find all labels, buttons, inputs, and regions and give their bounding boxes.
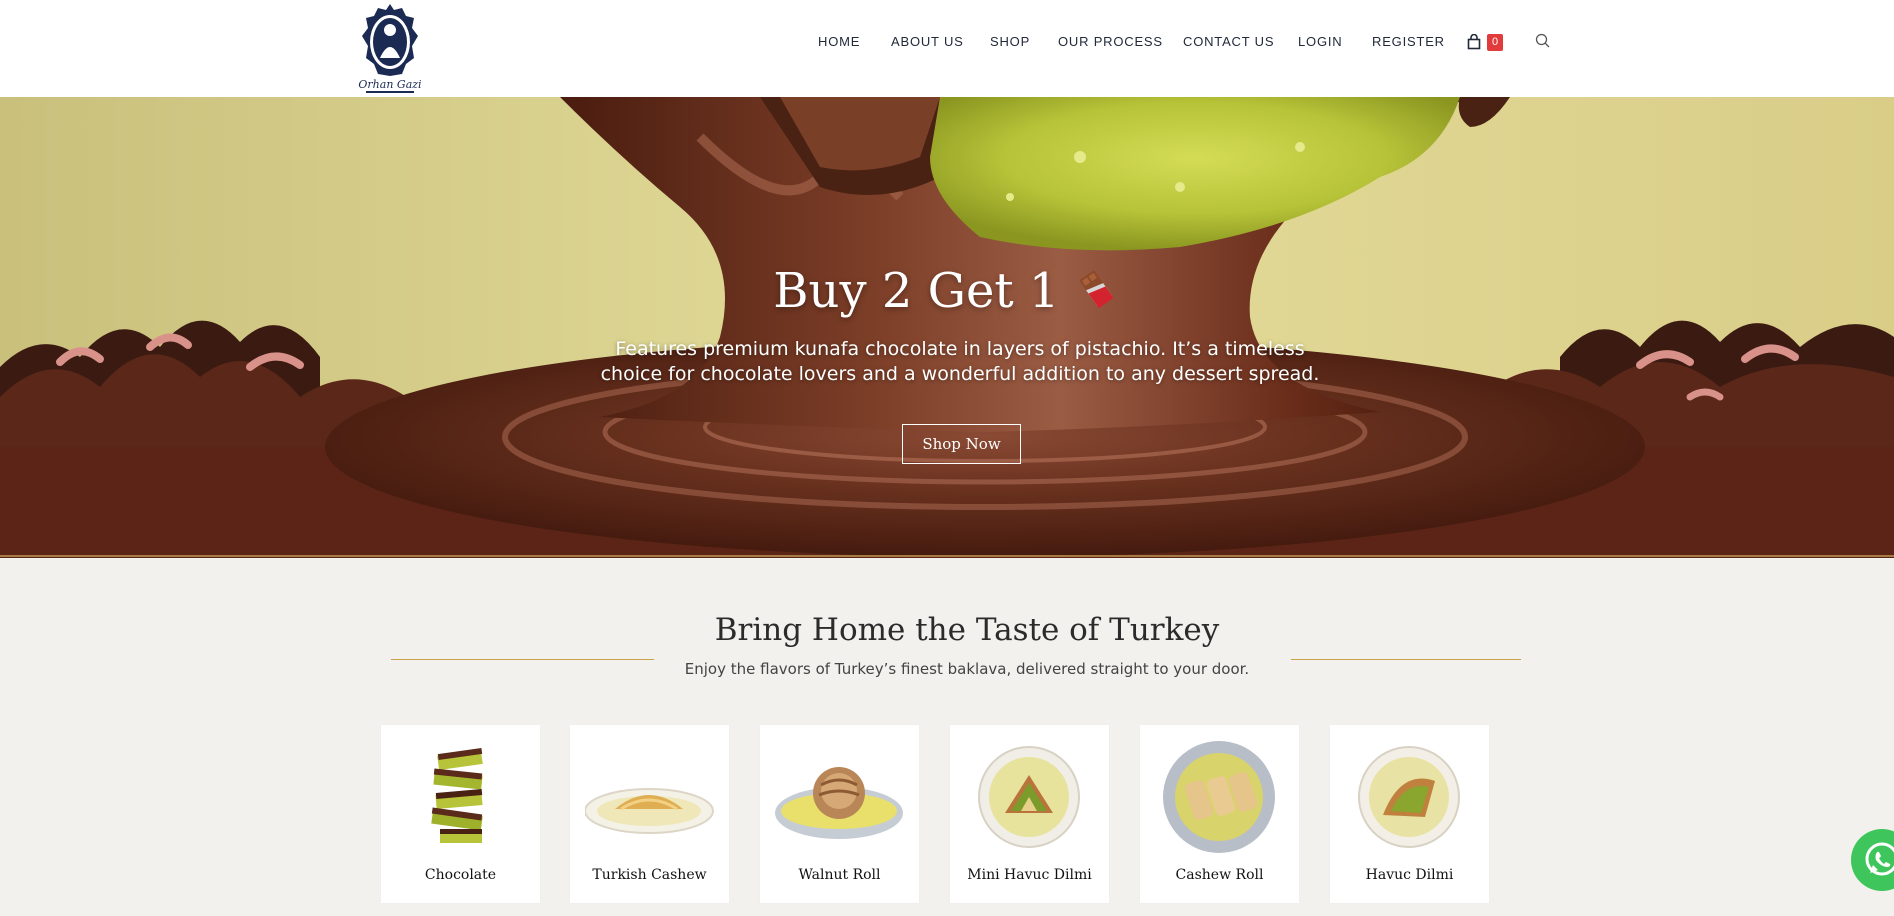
section-title: Bring Home the Taste of Turkey bbox=[714, 612, 1220, 648]
nav-about-us[interactable]: ABOUT US bbox=[891, 32, 964, 52]
product-label: Havuc Dilmi bbox=[1365, 867, 1454, 883]
product-card-walnut-roll[interactable]: Walnut Roll bbox=[760, 725, 919, 903]
product-image bbox=[775, 767, 903, 839]
shop-now-button[interactable]: Shop Now bbox=[902, 424, 1021, 464]
product-card-chocolate[interactable]: Chocolate bbox=[381, 725, 540, 903]
site-header: Orhan Gazi HOME ABOUT US SHOP OUR PROCES… bbox=[0, 0, 1894, 97]
hero-title: Buy 2 Get 1 bbox=[0, 263, 1894, 319]
product-card-cashew-roll[interactable]: Cashew Roll bbox=[1140, 725, 1299, 903]
shopping-bag-icon bbox=[1467, 34, 1481, 50]
nav-contact-us[interactable]: CONTACT US bbox=[1183, 32, 1274, 52]
search-button[interactable] bbox=[1535, 33, 1551, 49]
product-label: Mini Havuc Dilmi bbox=[967, 867, 1092, 883]
whatsapp-chat-button[interactable] bbox=[1851, 829, 1894, 891]
cart-count-badge: 0 bbox=[1487, 34, 1503, 51]
nav-shop[interactable]: SHOP bbox=[990, 32, 1030, 52]
product-image bbox=[978, 746, 1080, 848]
product-card-mini-havuc-dilmi[interactable]: Mini Havuc Dilmi bbox=[950, 725, 1109, 903]
product-image bbox=[1163, 741, 1275, 853]
product-card-havuc-dilmi[interactable]: Havuc Dilmi bbox=[1330, 725, 1489, 903]
nav-home[interactable]: HOME bbox=[818, 32, 860, 52]
product-image bbox=[1358, 746, 1460, 848]
search-icon bbox=[1535, 33, 1550, 48]
product-image bbox=[585, 788, 714, 834]
nav-register[interactable]: REGISTER bbox=[1372, 32, 1445, 52]
nav-login[interactable]: LOGIN bbox=[1298, 32, 1342, 52]
cart-button[interactable]: 0 bbox=[1467, 33, 1507, 53]
product-label: Turkish Cashew bbox=[592, 867, 707, 883]
chocolate-bar-icon bbox=[1079, 270, 1114, 309]
product-image bbox=[431, 747, 483, 843]
product-card-turkish-cashew[interactable]: Turkish Cashew bbox=[570, 725, 729, 903]
brand-logo[interactable]: Orhan Gazi bbox=[352, 0, 428, 96]
hero-banner: Buy 2 Get 1 Features premium kunafa choc… bbox=[0, 97, 1894, 558]
hero-background-image bbox=[0, 97, 1894, 558]
nav-our-process[interactable]: OUR PROCESS bbox=[1058, 32, 1163, 52]
product-label: Cashew Roll bbox=[1175, 867, 1264, 883]
section-subtitle: Enjoy the flavors of Turkey’s finest bak… bbox=[684, 660, 1250, 678]
svg-text:Orhan Gazi: Orhan Gazi bbox=[358, 78, 421, 91]
whatsapp-icon bbox=[1865, 842, 1894, 876]
hero-subtitle: Features premium kunafa chocolate in lay… bbox=[600, 338, 1320, 385]
product-label: Walnut Roll bbox=[798, 867, 881, 883]
product-label: Chocolate bbox=[424, 867, 497, 883]
